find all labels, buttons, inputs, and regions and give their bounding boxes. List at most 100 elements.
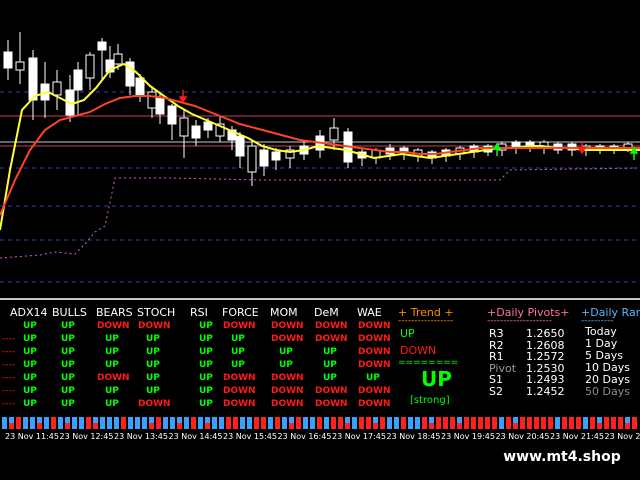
histogram-segment-top bbox=[492, 417, 497, 423]
histogram-segment-bottom bbox=[86, 423, 91, 429]
candle-body bbox=[147, 91, 157, 109]
histogram-segment-bottom bbox=[205, 423, 210, 429]
indicator-signal-cell: UP bbox=[231, 347, 245, 357]
histogram-segment-top bbox=[9, 417, 14, 423]
histogram-segment-top bbox=[590, 417, 595, 423]
indicator-signal-cell: UP bbox=[61, 347, 75, 357]
histogram-segment-top bbox=[65, 417, 70, 423]
histogram-segment-bottom bbox=[135, 423, 140, 429]
histogram-segment-bottom bbox=[128, 423, 133, 429]
candle-body bbox=[191, 125, 201, 139]
histogram-segment-bottom bbox=[93, 423, 98, 429]
histogram-segment-top bbox=[387, 417, 392, 423]
histogram-segment-bottom bbox=[100, 423, 105, 429]
price-chart[interactable] bbox=[0, 0, 640, 298]
histogram-segment-top bbox=[100, 417, 105, 423]
time-axis-label: 23 Nov 16:45 bbox=[277, 432, 332, 441]
indicator-signal-cell: UP bbox=[231, 360, 245, 370]
histogram-segment-top bbox=[303, 417, 308, 423]
indicator-signal-cell: DOWN bbox=[315, 386, 348, 396]
histogram-segment-bottom bbox=[471, 423, 476, 429]
histogram-segment-top bbox=[44, 417, 49, 423]
indicator-header: RSI bbox=[190, 306, 208, 319]
histogram-segment-top bbox=[191, 417, 196, 423]
histogram-segment-top bbox=[219, 417, 224, 423]
indicator-signal-cell: UP bbox=[231, 334, 245, 344]
histogram-segment-top bbox=[604, 417, 609, 423]
histogram-segment-top bbox=[296, 417, 301, 423]
candle-body bbox=[179, 117, 189, 137]
histogram-segment-bottom bbox=[240, 423, 245, 429]
indicator-signal-cell: UP bbox=[23, 347, 37, 357]
histogram-segment-bottom bbox=[387, 423, 392, 429]
histogram-segment-top bbox=[51, 417, 56, 423]
trend-big-signal: UP bbox=[421, 367, 452, 391]
candle-body bbox=[15, 61, 25, 71]
indicator-signal-cell: DOWN bbox=[271, 334, 304, 344]
histogram-segment-bottom bbox=[338, 423, 343, 429]
histogram-segment-top bbox=[233, 417, 238, 423]
histogram-segment-bottom bbox=[380, 423, 385, 429]
indicator-header: DeM bbox=[314, 306, 339, 319]
histogram-segment-bottom bbox=[611, 423, 616, 429]
histogram-segment-bottom bbox=[569, 423, 574, 429]
histogram-segment-bottom bbox=[583, 423, 588, 429]
histogram-segment-top bbox=[254, 417, 259, 423]
indicator-signal-cell: UP bbox=[323, 360, 337, 370]
histogram-segment-bottom bbox=[149, 423, 154, 429]
histogram-segment-bottom bbox=[58, 423, 63, 429]
indicator-signal-cell: UP bbox=[279, 360, 293, 370]
histogram-segment-bottom bbox=[394, 423, 399, 429]
candle-body bbox=[235, 135, 245, 157]
time-axis-label: 23 Nov 18:45 bbox=[386, 432, 441, 441]
histogram-segment-top bbox=[618, 417, 623, 423]
histogram-segment-bottom bbox=[345, 423, 350, 429]
histogram-segment-bottom bbox=[527, 423, 532, 429]
watermark-label: www.mt4.shop bbox=[494, 443, 630, 471]
indicator-signal-cell: UP bbox=[105, 360, 119, 370]
histogram-segment-bottom bbox=[562, 423, 567, 429]
indicator-signal-cell: UP bbox=[105, 399, 119, 409]
histogram-segment-top bbox=[401, 417, 406, 423]
histogram-segment-top bbox=[58, 417, 63, 423]
histogram-segment-bottom bbox=[275, 423, 280, 429]
histogram-segment-bottom bbox=[618, 423, 623, 429]
histogram-segment-top bbox=[212, 417, 217, 423]
histogram-segment-bottom bbox=[555, 423, 560, 429]
time-axis-label: 23 Nov 2 bbox=[604, 432, 640, 441]
histogram-segment-top bbox=[359, 417, 364, 423]
histogram-segment-top bbox=[632, 417, 637, 423]
histogram-segment-top bbox=[345, 417, 350, 423]
histogram-segment-top bbox=[562, 417, 567, 423]
indicator-signal-cell: UP bbox=[146, 347, 160, 357]
histogram-segment-bottom bbox=[310, 423, 315, 429]
histogram-segment-bottom bbox=[9, 423, 14, 429]
indicator-signal-cell: UP bbox=[105, 334, 119, 344]
histogram-segment-bottom bbox=[443, 423, 448, 429]
histogram-segment-top bbox=[429, 417, 434, 423]
indicator-signal-cell: UP bbox=[61, 360, 75, 370]
indicator-signal-cell: DOWN bbox=[271, 373, 304, 383]
histogram-segment-bottom bbox=[534, 423, 539, 429]
time-axis-label: 23 Nov 19:45 bbox=[441, 432, 495, 441]
histogram-segment-top bbox=[499, 417, 504, 423]
histogram-segment-top bbox=[121, 417, 126, 423]
histogram-segment-bottom bbox=[415, 423, 420, 429]
histogram-segment-bottom bbox=[604, 423, 609, 429]
row-marker: ---- bbox=[2, 360, 15, 370]
indicator-signal-cell: UP bbox=[199, 386, 213, 396]
histogram-segment-bottom bbox=[450, 423, 455, 429]
indicator-dashboard: ADX14 BULLS BEARS STOCH RSI FORCE MOM DeM WAE UP… bbox=[0, 300, 640, 410]
indicator-signal-cell: UP bbox=[61, 373, 75, 383]
histogram-segment-bottom bbox=[506, 423, 511, 429]
indicator-signal-cell: UP bbox=[23, 360, 37, 370]
histogram-segment-top bbox=[436, 417, 441, 423]
candle-body bbox=[271, 151, 281, 161]
histogram-segment-top bbox=[205, 417, 210, 423]
histogram-segment-top bbox=[114, 417, 119, 423]
histogram-segment-top bbox=[247, 417, 252, 423]
row-marker: ---- bbox=[2, 373, 15, 383]
indicator-signal-cell: DOWN bbox=[138, 399, 171, 409]
histogram-segment-bottom bbox=[191, 423, 196, 429]
indicator-signal-cell: UP bbox=[105, 386, 119, 396]
